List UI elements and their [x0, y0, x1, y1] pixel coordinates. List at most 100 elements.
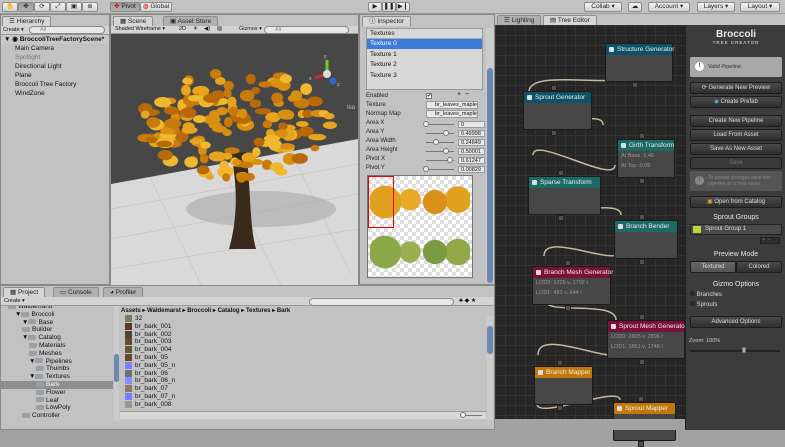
pivot-toggle[interactable]: ✥ Pivot: [110, 2, 140, 12]
inspector-scrollbar[interactable]: [486, 28, 494, 283]
transform-tool-button[interactable]: ⊕: [82, 2, 98, 12]
files-scrollbar[interactable]: [487, 316, 493, 421]
slider-handle[interactable]: [447, 157, 454, 163]
node-sprout-mesh-generator[interactable]: Sprout Mesh Generator LOD0: 2605 v, 2896 …: [607, 314, 687, 365]
node-output-port[interactable]: [556, 405, 563, 411]
rect-tool-button[interactable]: ▣: [66, 2, 82, 12]
scene-root[interactable]: ▼ ◉ BroccoliTreeFactoryScene*: [1, 35, 109, 44]
tab-lighting[interactable]: ☰ Lighting: [497, 15, 542, 25]
scene-viewport[interactable]: Iso y x z: [111, 34, 358, 285]
layers-dropdown[interactable]: Layers ▾: [697, 2, 735, 12]
slider-track[interactable]: [426, 148, 454, 154]
filter-icons[interactable]: ♣ ◆ ★: [459, 297, 476, 304]
folder-item[interactable]: Bark: [1, 381, 113, 389]
slider-value-field[interactable]: 0.00829: [458, 166, 485, 173]
hierarchy-item[interactable]: Broccoli Tree Factory: [1, 80, 109, 89]
node-girth-transform[interactable]: Girth Transform At Base :1.46 At Top :0.05: [617, 133, 675, 184]
tab-console[interactable]: ▭ Console: [53, 287, 99, 297]
hierarchy-item[interactable]: Spotlight: [1, 53, 109, 62]
folder-item[interactable]: Flower: [1, 389, 113, 397]
folder-item[interactable]: ▼ Textures: [1, 373, 113, 381]
node-input-port[interactable]: [557, 170, 564, 176]
sprout-group-item[interactable]: Sprout Group 1: [690, 224, 782, 235]
folder-item[interactable]: Controller: [1, 412, 113, 420]
iso-label[interactable]: Iso: [347, 105, 356, 111]
hierarchy-item[interactable]: Directional Light: [1, 62, 109, 71]
node-branch-mapper[interactable]: Branch Mapper: [534, 360, 593, 411]
load-from-asset-button[interactable]: Load From Asset: [690, 129, 782, 141]
folder-item[interactable]: ▼ Broccoli: [1, 311, 113, 319]
slider-track[interactable]: [426, 157, 454, 163]
file-item[interactable]: br_bark_008: [125, 400, 325, 409]
node-output-port[interactable]: [639, 178, 645, 184]
texture-field[interactable]: br_leaves_maple: [426, 101, 478, 109]
remove-button[interactable]: −: [465, 91, 469, 98]
node-header[interactable]: Girth Transform: [618, 140, 674, 151]
node-branch-mesh-generator[interactable]: Branch Mesh Generator LOD0: 1225 v, 1792 …: [532, 260, 613, 311]
breadcrumb-item[interactable]: Catalog: [218, 308, 240, 314]
node-input-port[interactable]: [556, 360, 563, 366]
sprouts-checkbox[interactable]: Sprouts: [690, 301, 717, 308]
breadcrumb-item[interactable]: Waldemarst: [147, 308, 181, 314]
zoom-slider-handle[interactable]: [742, 347, 746, 353]
tab-project[interactable]: ▦ Project: [3, 287, 46, 297]
move-tool-button[interactable]: ✥: [18, 2, 34, 12]
node-input-port[interactable]: [564, 260, 571, 266]
tab-inspector[interactable]: ⓘ Inspector: [362, 16, 412, 26]
generate-preview-button[interactable]: ⟳ Generate New Preview: [690, 82, 782, 94]
node-header[interactable]: Branch Bender: [615, 221, 677, 232]
file-item[interactable]: br_bark_07: [125, 385, 325, 393]
file-item[interactable]: 32: [125, 315, 325, 323]
create-prefab-button[interactable]: ◆ Create Prefab: [690, 96, 782, 108]
node-input-port[interactable]: [639, 133, 645, 139]
node-input-port[interactable]: [550, 85, 557, 91]
slider-handle[interactable]: [433, 139, 439, 145]
folder-item[interactable]: Thumbs: [1, 365, 113, 373]
node-output-port[interactable]: [637, 441, 644, 447]
node-output-port[interactable]: [564, 305, 571, 311]
hierarchy-search[interactable]: All: [29, 26, 105, 34]
hierarchy-item[interactable]: Plane: [1, 71, 109, 80]
shading-dropdown[interactable]: Shaded Wireframe ▾: [115, 26, 165, 33]
effects-toggle-icon[interactable]: ▨: [217, 26, 222, 33]
file-item[interactable]: br_bark_05_n: [125, 361, 325, 370]
node-header[interactable]: Branch Mesh Generator: [533, 267, 613, 278]
node-header[interactable]: Sprout Mapper: [614, 403, 675, 414]
node-input-port[interactable]: [637, 396, 644, 402]
slider-handle[interactable]: [423, 121, 429, 127]
breadcrumb-item[interactable]: Bark: [277, 308, 290, 314]
file-item[interactable]: br_bark_05: [125, 354, 325, 362]
texture-list-item[interactable]: Texture 0: [367, 39, 482, 49]
node-output-port[interactable]: [639, 259, 645, 265]
pause-button[interactable]: ❚❚: [382, 2, 396, 12]
tab-hierarchy[interactable]: ☰ Hierarchy: [2, 16, 52, 26]
node-output-port[interactable]: [632, 82, 638, 88]
slider-handle[interactable]: [423, 166, 430, 172]
save-button[interactable]: Save: [690, 157, 782, 169]
normal-map-field[interactable]: br_leaves_maple: [426, 110, 478, 118]
node-input-port[interactable]: [639, 314, 645, 320]
advanced-options-button[interactable]: Advanced Options: [690, 316, 782, 328]
hierarchy-item[interactable]: WindZone: [1, 89, 109, 98]
file-item[interactable]: br_bark_07_n: [125, 393, 325, 401]
open-catalog-button[interactable]: ▣ Open from Catalog: [690, 196, 782, 208]
step-button[interactable]: ▶❙: [396, 2, 410, 12]
texture-atlas-preview[interactable]: [367, 175, 473, 278]
breadcrumb-item[interactable]: Assets: [121, 308, 141, 314]
slider-handle[interactable]: [443, 148, 449, 154]
branches-checkbox[interactable]: Branches: [690, 291, 722, 298]
folder-item[interactable]: ▼ Catalog: [1, 334, 113, 342]
node-sparse-transform[interactable]: Sparse Transform: [528, 170, 601, 221]
colored-toggle[interactable]: Colored: [736, 261, 782, 273]
selected-area-rect[interactable]: [368, 176, 394, 228]
slider-value-field[interactable]: 0: [458, 121, 485, 128]
node-canvas[interactable]: Structure Generator Sprout Generator Girth…: [495, 25, 687, 447]
node-sprout-generator[interactable]: Sprout Generator: [523, 85, 592, 136]
node-output-port[interactable]: [550, 130, 557, 136]
file-item[interactable]: br_bark_002: [125, 330, 325, 339]
collab-button[interactable]: Collab ▾: [584, 2, 622, 12]
tab-scene[interactable]: ▦ Scene: [113, 16, 154, 26]
node-output-port[interactable]: [639, 359, 645, 365]
slider-value-field[interactable]: 0.50001: [458, 148, 485, 155]
node-branch-bender[interactable]: Branch Bender: [614, 214, 678, 265]
